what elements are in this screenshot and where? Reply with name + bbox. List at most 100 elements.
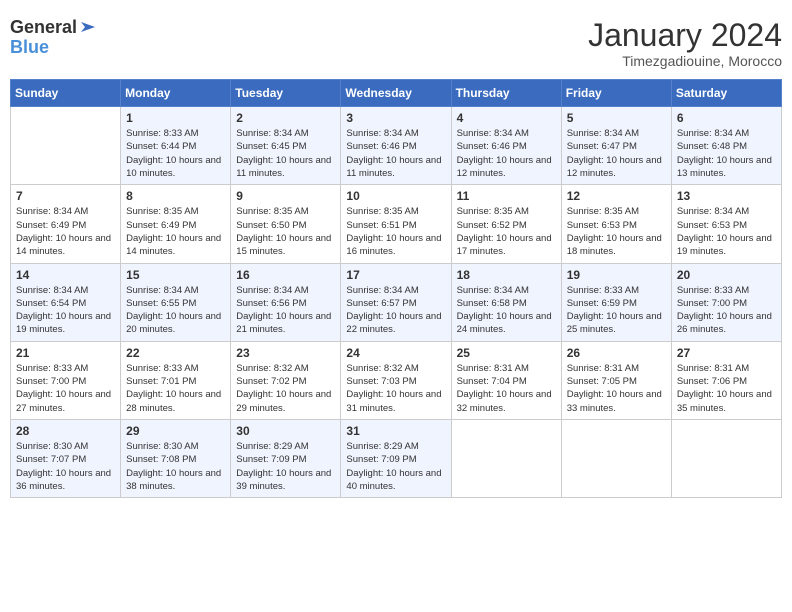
day-info: Sunrise: 8:34 AM Sunset: 6:54 PM Dayligh… (16, 284, 115, 337)
daylight: Daylight: 10 hours and 14 minutes. (126, 233, 221, 257)
sunset: Sunset: 7:08 PM (126, 454, 196, 465)
sunset: Sunset: 6:56 PM (236, 298, 306, 309)
day-number: 14 (16, 268, 115, 282)
daylight: Daylight: 10 hours and 27 minutes. (16, 389, 111, 413)
day-number: 4 (457, 111, 556, 125)
daylight: Daylight: 10 hours and 32 minutes. (457, 389, 552, 413)
day-info: Sunrise: 8:34 AM Sunset: 6:57 PM Dayligh… (346, 284, 445, 337)
sunrise: Sunrise: 8:34 AM (457, 128, 529, 139)
week-row-1: 1 Sunrise: 8:33 AM Sunset: 6:44 PM Dayli… (11, 107, 782, 185)
sunset: Sunset: 7:09 PM (346, 454, 416, 465)
calendar-cell-w5-d1: 28 Sunrise: 8:30 AM Sunset: 7:07 PM Dayl… (11, 419, 121, 497)
logo-icon (79, 18, 97, 36)
daylight: Daylight: 10 hours and 36 minutes. (16, 468, 111, 492)
day-number: 13 (677, 189, 776, 203)
day-info: Sunrise: 8:34 AM Sunset: 6:46 PM Dayligh… (457, 127, 556, 180)
sunrise: Sunrise: 8:35 AM (567, 206, 639, 217)
week-row-2: 7 Sunrise: 8:34 AM Sunset: 6:49 PM Dayli… (11, 185, 782, 263)
col-friday: Friday (561, 80, 671, 107)
day-number: 18 (457, 268, 556, 282)
sunset: Sunset: 7:06 PM (677, 376, 747, 387)
sunset: Sunset: 6:50 PM (236, 220, 306, 231)
calendar-cell-w2-d6: 12 Sunrise: 8:35 AM Sunset: 6:53 PM Dayl… (561, 185, 671, 263)
day-info: Sunrise: 8:32 AM Sunset: 7:03 PM Dayligh… (346, 362, 445, 415)
sunrise: Sunrise: 8:31 AM (567, 363, 639, 374)
sunrise: Sunrise: 8:31 AM (457, 363, 529, 374)
day-number: 26 (567, 346, 666, 360)
calendar-cell-w4-d2: 22 Sunrise: 8:33 AM Sunset: 7:01 PM Dayl… (121, 341, 231, 419)
day-number: 16 (236, 268, 335, 282)
daylight: Daylight: 10 hours and 16 minutes. (346, 233, 441, 257)
sunrise: Sunrise: 8:35 AM (126, 206, 198, 217)
sunset: Sunset: 6:46 PM (346, 141, 416, 152)
sunset: Sunset: 6:57 PM (346, 298, 416, 309)
daylight: Daylight: 10 hours and 13 minutes. (677, 155, 772, 179)
daylight: Daylight: 10 hours and 33 minutes. (567, 389, 662, 413)
sunset: Sunset: 7:05 PM (567, 376, 637, 387)
day-number: 7 (16, 189, 115, 203)
day-number: 15 (126, 268, 225, 282)
calendar-cell-w4-d1: 21 Sunrise: 8:33 AM Sunset: 7:00 PM Dayl… (11, 341, 121, 419)
sunset: Sunset: 7:00 PM (677, 298, 747, 309)
day-info: Sunrise: 8:33 AM Sunset: 6:44 PM Dayligh… (126, 127, 225, 180)
daylight: Daylight: 10 hours and 11 minutes. (236, 155, 331, 179)
day-number: 29 (126, 424, 225, 438)
sunset: Sunset: 6:54 PM (16, 298, 86, 309)
sunset: Sunset: 7:01 PM (126, 376, 196, 387)
day-info: Sunrise: 8:34 AM Sunset: 6:58 PM Dayligh… (457, 284, 556, 337)
day-info: Sunrise: 8:30 AM Sunset: 7:07 PM Dayligh… (16, 440, 115, 493)
calendar-cell-w1-d2: 1 Sunrise: 8:33 AM Sunset: 6:44 PM Dayli… (121, 107, 231, 185)
sunrise: Sunrise: 8:33 AM (16, 363, 88, 374)
daylight: Daylight: 10 hours and 35 minutes. (677, 389, 772, 413)
day-info: Sunrise: 8:35 AM Sunset: 6:51 PM Dayligh… (346, 205, 445, 258)
daylight: Daylight: 10 hours and 31 minutes. (346, 389, 441, 413)
sunrise: Sunrise: 8:33 AM (126, 363, 198, 374)
day-info: Sunrise: 8:33 AM Sunset: 7:00 PM Dayligh… (677, 284, 776, 337)
day-info: Sunrise: 8:29 AM Sunset: 7:09 PM Dayligh… (236, 440, 335, 493)
day-number: 19 (567, 268, 666, 282)
title-block: January 2024 Timezgadiouine, Morocco (588, 18, 782, 69)
sunrise: Sunrise: 8:30 AM (16, 441, 88, 452)
sunset: Sunset: 6:44 PM (126, 141, 196, 152)
calendar-cell-w4-d7: 27 Sunrise: 8:31 AM Sunset: 7:06 PM Dayl… (671, 341, 781, 419)
calendar-cell-w2-d2: 8 Sunrise: 8:35 AM Sunset: 6:49 PM Dayli… (121, 185, 231, 263)
day-info: Sunrise: 8:32 AM Sunset: 7:02 PM Dayligh… (236, 362, 335, 415)
sunrise: Sunrise: 8:35 AM (346, 206, 418, 217)
calendar-cell-w2-d5: 11 Sunrise: 8:35 AM Sunset: 6:52 PM Dayl… (451, 185, 561, 263)
day-info: Sunrise: 8:30 AM Sunset: 7:08 PM Dayligh… (126, 440, 225, 493)
day-info: Sunrise: 8:34 AM Sunset: 6:45 PM Dayligh… (236, 127, 335, 180)
day-info: Sunrise: 8:31 AM Sunset: 7:05 PM Dayligh… (567, 362, 666, 415)
day-number: 10 (346, 189, 445, 203)
calendar-cell-w4-d3: 23 Sunrise: 8:32 AM Sunset: 7:02 PM Dayl… (231, 341, 341, 419)
sunrise: Sunrise: 8:34 AM (346, 128, 418, 139)
sunrise: Sunrise: 8:34 AM (346, 285, 418, 296)
calendar-cell-w4-d6: 26 Sunrise: 8:31 AM Sunset: 7:05 PM Dayl… (561, 341, 671, 419)
sunset: Sunset: 7:04 PM (457, 376, 527, 387)
day-info: Sunrise: 8:33 AM Sunset: 6:59 PM Dayligh… (567, 284, 666, 337)
sunset: Sunset: 6:55 PM (126, 298, 196, 309)
day-number: 3 (346, 111, 445, 125)
day-number: 5 (567, 111, 666, 125)
day-info: Sunrise: 8:34 AM Sunset: 6:48 PM Dayligh… (677, 127, 776, 180)
col-saturday: Saturday (671, 80, 781, 107)
sunrise: Sunrise: 8:30 AM (126, 441, 198, 452)
day-info: Sunrise: 8:31 AM Sunset: 7:06 PM Dayligh… (677, 362, 776, 415)
sunrise: Sunrise: 8:34 AM (457, 285, 529, 296)
day-info: Sunrise: 8:34 AM Sunset: 6:56 PM Dayligh… (236, 284, 335, 337)
daylight: Daylight: 10 hours and 39 minutes. (236, 468, 331, 492)
logo-blue-text: Blue (10, 38, 97, 58)
daylight: Daylight: 10 hours and 10 minutes. (126, 155, 221, 179)
day-number: 22 (126, 346, 225, 360)
calendar-cell-w3-d7: 20 Sunrise: 8:33 AM Sunset: 7:00 PM Dayl… (671, 263, 781, 341)
day-number: 6 (677, 111, 776, 125)
calendar-cell-w3-d2: 15 Sunrise: 8:34 AM Sunset: 6:55 PM Dayl… (121, 263, 231, 341)
sunrise: Sunrise: 8:34 AM (677, 128, 749, 139)
calendar-cell-w2-d3: 9 Sunrise: 8:35 AM Sunset: 6:50 PM Dayli… (231, 185, 341, 263)
day-info: Sunrise: 8:33 AM Sunset: 7:00 PM Dayligh… (16, 362, 115, 415)
calendar-cell-w4-d4: 24 Sunrise: 8:32 AM Sunset: 7:03 PM Dayl… (341, 341, 451, 419)
daylight: Daylight: 10 hours and 22 minutes. (346, 311, 441, 335)
sunrise: Sunrise: 8:34 AM (16, 285, 88, 296)
sunset: Sunset: 6:49 PM (126, 220, 196, 231)
sunset: Sunset: 7:07 PM (16, 454, 86, 465)
day-info: Sunrise: 8:31 AM Sunset: 7:04 PM Dayligh… (457, 362, 556, 415)
